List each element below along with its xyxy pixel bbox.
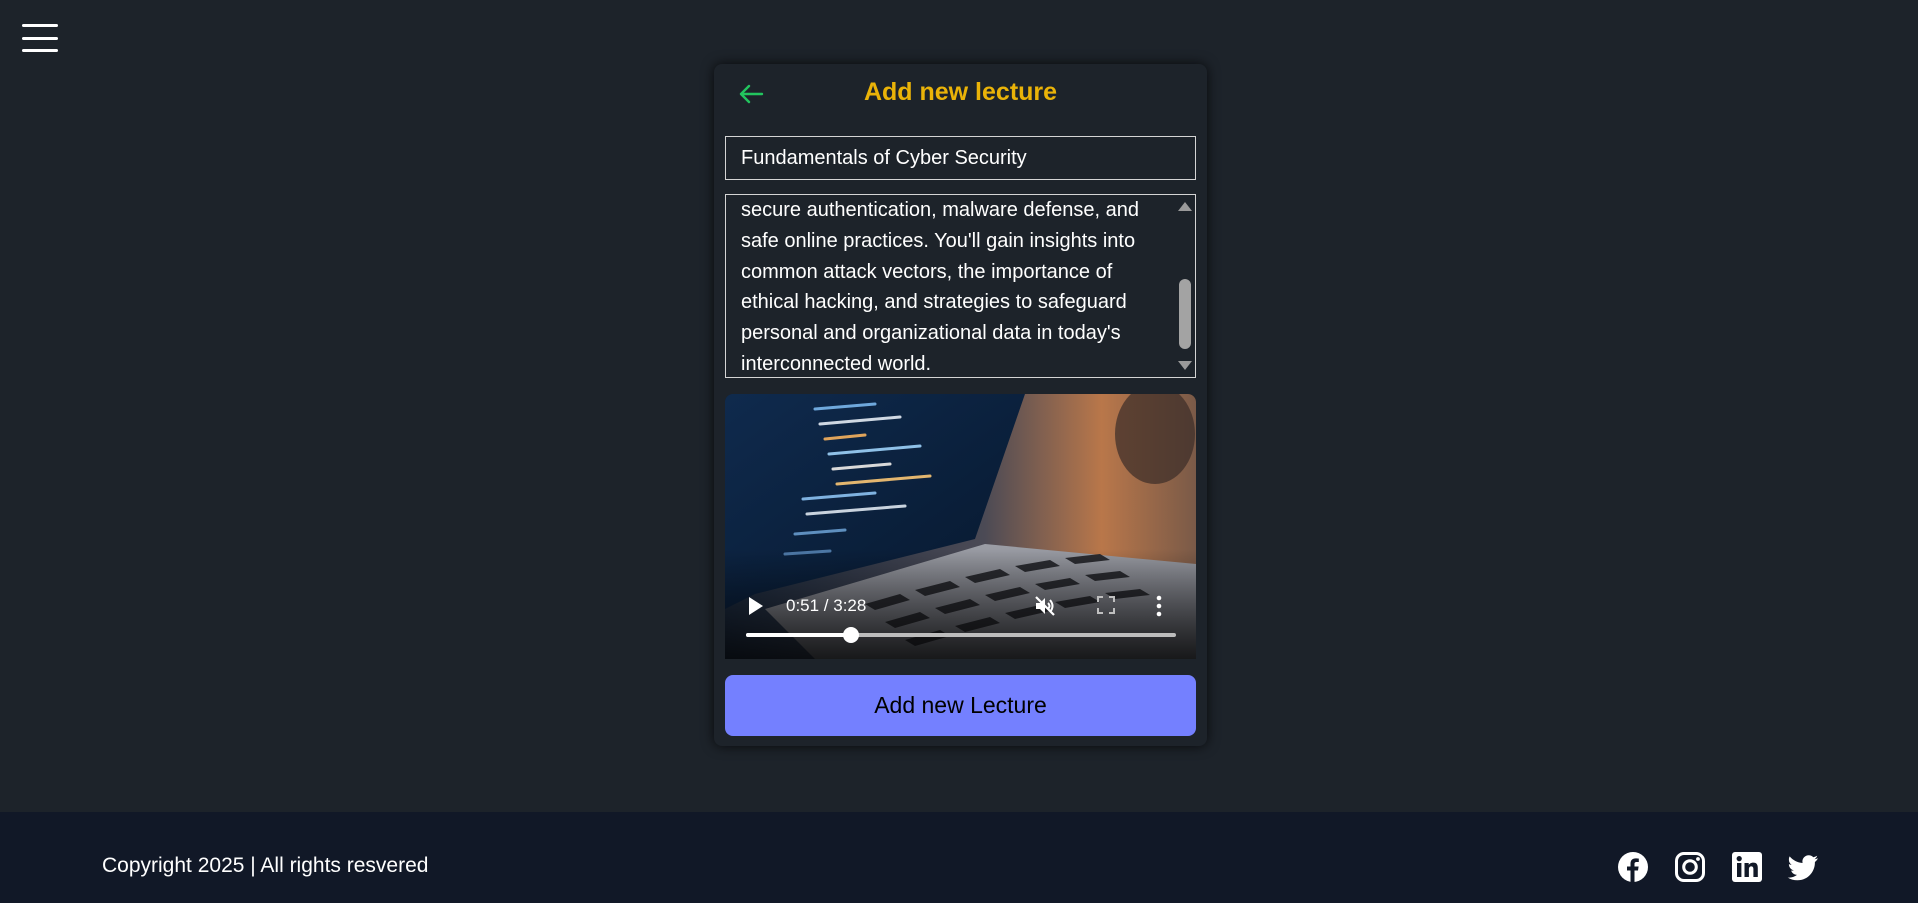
lecture-title-input[interactable] (725, 136, 1196, 180)
description-text: secure authentication, malware defense, … (741, 195, 1161, 377)
menu-line (22, 49, 58, 52)
video-controls: 0:51 / 3:28 (725, 549, 1196, 659)
more-vertical-icon[interactable] (1155, 594, 1163, 618)
hamburger-menu-icon[interactable] (22, 24, 58, 52)
description-line: common attack vectors, the importance of (741, 260, 1113, 283)
copyright-text: Copyright 2025 | All rights resvered (102, 854, 429, 877)
facebook-icon[interactable] (1617, 851, 1649, 883)
page: Add new lecture secure authentication, m… (0, 0, 1918, 903)
page-title: Add new lecture (863, 78, 1058, 106)
add-lecture-card: Add new lecture secure authentication, m… (714, 64, 1207, 746)
lecture-description-textarea[interactable]: secure authentication, malware defense, … (725, 194, 1196, 378)
description-line: safe online practices. You'll gain insig… (741, 229, 1136, 252)
seek-progress (746, 633, 852, 637)
seek-handle[interactable] (843, 627, 860, 643)
scroll-thumb[interactable] (1179, 279, 1191, 349)
lecture-video-preview[interactable]: 0:51 / 3:28 (725, 394, 1196, 659)
description-scrollbar[interactable] (1175, 195, 1195, 377)
description-line: ethical hacking, and strategies to safeg… (741, 291, 1127, 314)
description-line: interconnected world. (741, 352, 932, 375)
menu-line (22, 36, 58, 40)
scroll-down-arrow-icon[interactable] (1178, 361, 1192, 370)
twitter-icon[interactable] (1787, 851, 1819, 883)
card-header: Add new lecture (714, 64, 1207, 122)
video-seek-bar[interactable] (746, 627, 1176, 643)
play-icon[interactable] (749, 597, 763, 615)
add-lecture-button[interactable]: Add new Lecture (725, 675, 1196, 736)
scroll-up-arrow-icon[interactable] (1178, 202, 1192, 211)
menu-line (22, 24, 58, 27)
linkedin-icon[interactable] (1731, 851, 1763, 883)
fullscreen-icon[interactable] (1097, 596, 1115, 614)
instagram-icon[interactable] (1674, 851, 1706, 883)
video-time-readout: 0:51 / 3:28 (786, 596, 867, 615)
description-line: secure authentication, malware defense, … (741, 199, 1140, 221)
description-line: personal and organizational data in toda… (741, 322, 1121, 345)
muted-speaker-icon[interactable] (1033, 594, 1057, 618)
